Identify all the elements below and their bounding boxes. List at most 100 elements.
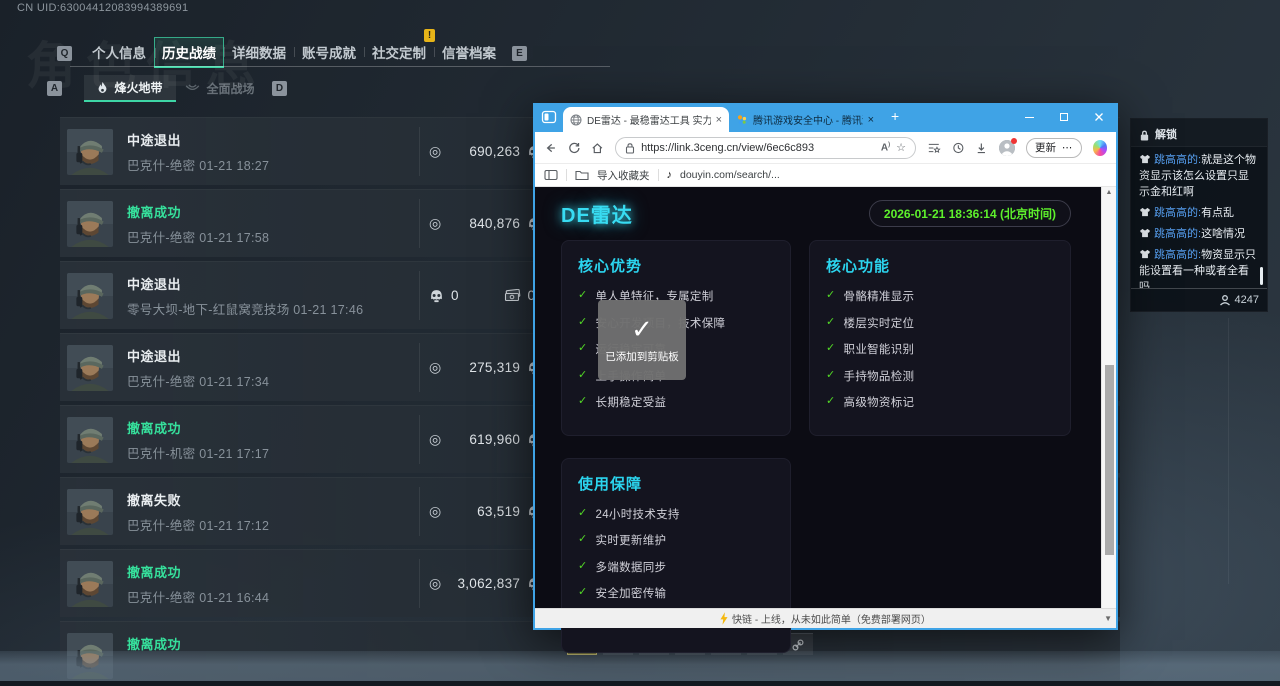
coin-value: 840,876 — [448, 216, 520, 231]
site-info-icon[interactable] — [625, 142, 635, 154]
more-menu-icon[interactable]: ⋯ — [1062, 142, 1073, 154]
person-icon — [999, 140, 1015, 156]
tab-detailed-data[interactable]: 详细数据 — [224, 37, 294, 67]
history-icon[interactable] — [952, 141, 965, 155]
shirt-icon — [1139, 249, 1151, 259]
refresh-icon[interactable] — [568, 141, 581, 155]
browser-tab-active[interactable]: DE雷达 - 最稳雷达工具 实力开发 × — [563, 107, 729, 132]
scrollbar-thumb[interactable] — [1105, 365, 1114, 555]
coin-icon: ◎ — [429, 215, 441, 232]
check-icon: ✓ — [826, 341, 836, 357]
bookmark-douyin[interactable]: douyin.com/search/... — [680, 169, 780, 181]
card-heading: 核心优势 — [578, 255, 774, 276]
match-status: 撤离失败 — [127, 490, 269, 509]
tab-history-record[interactable]: 历史战绩 — [154, 37, 224, 67]
divider — [419, 343, 420, 392]
feature-item: ✓多端数据同步 — [578, 559, 774, 575]
tab-personal-info[interactable]: 个人信息 — [84, 37, 154, 67]
check-icon: ✓ — [631, 316, 653, 342]
feature-text: 实时更新维护 — [596, 532, 667, 548]
chat-scroll-thumb[interactable] — [1260, 267, 1263, 285]
subtab-full-battlefield[interactable]: 全面战场 — [176, 75, 264, 102]
feature-item: ✓24小时技术支持 — [578, 506, 774, 522]
favicon-sparkle-icon — [736, 114, 748, 126]
check-icon: ✓ — [826, 315, 836, 331]
close-tab-icon[interactable]: × — [868, 114, 874, 126]
coin-icon: ◎ — [429, 359, 441, 376]
chat-text: 这啥情况 — [1201, 228, 1245, 240]
main-tab-bar: 个人信息 历史战绩 详细数据 账号成就 社交定制 信誉档案 — [84, 37, 504, 67]
close-window-button[interactable] — [1094, 112, 1104, 122]
scroll-up-icon[interactable]: ▲ — [1102, 189, 1116, 196]
viewer-count-bar: 4247 — [1131, 289, 1267, 311]
feature-item: ✓高级物资标记 — [826, 394, 1054, 410]
panel-divider — [1228, 318, 1229, 584]
match-status: 中途退出 — [127, 274, 363, 293]
url-text[interactable]: https://link.3ceng.cn/view/6ec6c893 — [641, 142, 875, 154]
profile-avatar[interactable] — [999, 140, 1015, 156]
feature-item: ✓手持物品检测 — [826, 368, 1054, 384]
browser-tab-inactive[interactable]: 腾讯游戏安全中心 - 腾讯游戏 × — [729, 107, 881, 132]
clipboard-toast: ✓ 已添加到剪贴板 — [598, 300, 686, 380]
read-aloud-icon[interactable]: A) — [881, 142, 890, 153]
address-bar[interactable]: https://link.3ceng.cn/view/6ec6c893 A) ☆ — [615, 137, 916, 159]
check-icon: ✓ — [578, 506, 588, 522]
favorites-bar-icon[interactable] — [927, 141, 941, 155]
minimize-button[interactable] — [1025, 117, 1034, 118]
feature-item: ✓骨骼精准显示 — [826, 288, 1054, 304]
wings-icon — [185, 84, 200, 93]
back-icon[interactable] — [544, 141, 557, 155]
maximize-button[interactable] — [1060, 113, 1068, 121]
check-icon: ✓ — [578, 585, 588, 601]
copilot-icon[interactable] — [1093, 140, 1108, 156]
coin-value: 3,062,837 — [448, 576, 520, 591]
lock-icon — [1139, 129, 1150, 142]
feature-text: 长期稳定受益 — [596, 394, 667, 410]
feature-item: ✓长期稳定受益 — [578, 394, 774, 410]
toast-message: 已添加到剪贴板 — [605, 349, 679, 364]
bookmarks-bar: 导入收藏夹 ♪ douyin.com/search/... — [535, 164, 1116, 187]
feature-item: ✓安全加密传输 — [578, 585, 774, 601]
player-avatar — [67, 201, 113, 247]
footer-text[interactable]: 快链 - 上线，从未如此简单（免费部署网页） — [732, 611, 931, 626]
chat-username: 跳高高的: — [1154, 207, 1201, 219]
tab-actions-icon[interactable] — [541, 109, 557, 125]
window-controls — [1025, 112, 1104, 122]
coin-icon: ◎ — [429, 503, 441, 520]
key-hint-e: E — [512, 46, 527, 61]
downloads-icon[interactable] — [975, 141, 988, 155]
bookmark-import[interactable]: 导入收藏夹 — [597, 168, 650, 183]
skull-icon — [429, 288, 444, 303]
divider — [419, 271, 420, 320]
browser-content: DE雷达 2026-01-21 18:36:14 (北京时间) 核心优势 ✓单人… — [535, 187, 1116, 608]
update-button[interactable]: 更新 ⋯ — [1026, 138, 1082, 158]
tab-reputation[interactable]: 信誉档案 — [434, 37, 504, 67]
new-tab-button[interactable]: + — [891, 108, 899, 124]
close-tab-icon[interactable]: × — [716, 114, 722, 126]
check-icon: ✓ — [578, 288, 588, 304]
card-heading: 核心功能 — [826, 255, 1054, 276]
page-scrollbar[interactable]: ▲ — [1101, 187, 1116, 608]
unlock-label[interactable]: 解锁 — [1155, 126, 1177, 142]
tab-achievements[interactable]: 账号成就 — [294, 37, 364, 67]
coin-icon: ◎ — [429, 575, 441, 592]
divider — [419, 199, 420, 248]
sidebar-icon[interactable] — [544, 169, 558, 181]
tab-social-custom[interactable]: 社交定制 — [364, 37, 434, 67]
home-icon[interactable] — [591, 141, 604, 155]
coin-icon: ◎ — [429, 431, 441, 448]
card-heading: 使用保障 — [578, 473, 774, 494]
subtab-fire-zone[interactable]: 烽火地带 — [84, 75, 176, 102]
card-core-functions: 核心功能 ✓骨骼精准显示 ✓楼层实时定位 ✓职业智能识别 ✓手持物品检测 ✓高级… — [809, 240, 1071, 436]
player-avatar — [67, 561, 113, 607]
chat-text: 有点乱 — [1201, 207, 1234, 219]
scroll-down-icon[interactable]: ▼ — [1104, 614, 1112, 623]
tab-title: DE雷达 - 最稳雷达工具 实力开发 — [587, 112, 711, 127]
match-status: 撤离成功 — [127, 418, 269, 437]
favorite-star-icon[interactable]: ☆ — [896, 141, 906, 154]
folder-icon — [575, 169, 589, 181]
chat-messages[interactable]: 跳高高的:就是这个物资显示该怎么设置只显示金和红啊 跳高高的:有点乱 跳高高的:… — [1131, 147, 1267, 289]
coin-icon: ◎ — [429, 143, 441, 160]
check-icon: ✓ — [578, 532, 588, 548]
coin-value: 619,960 — [448, 432, 520, 447]
